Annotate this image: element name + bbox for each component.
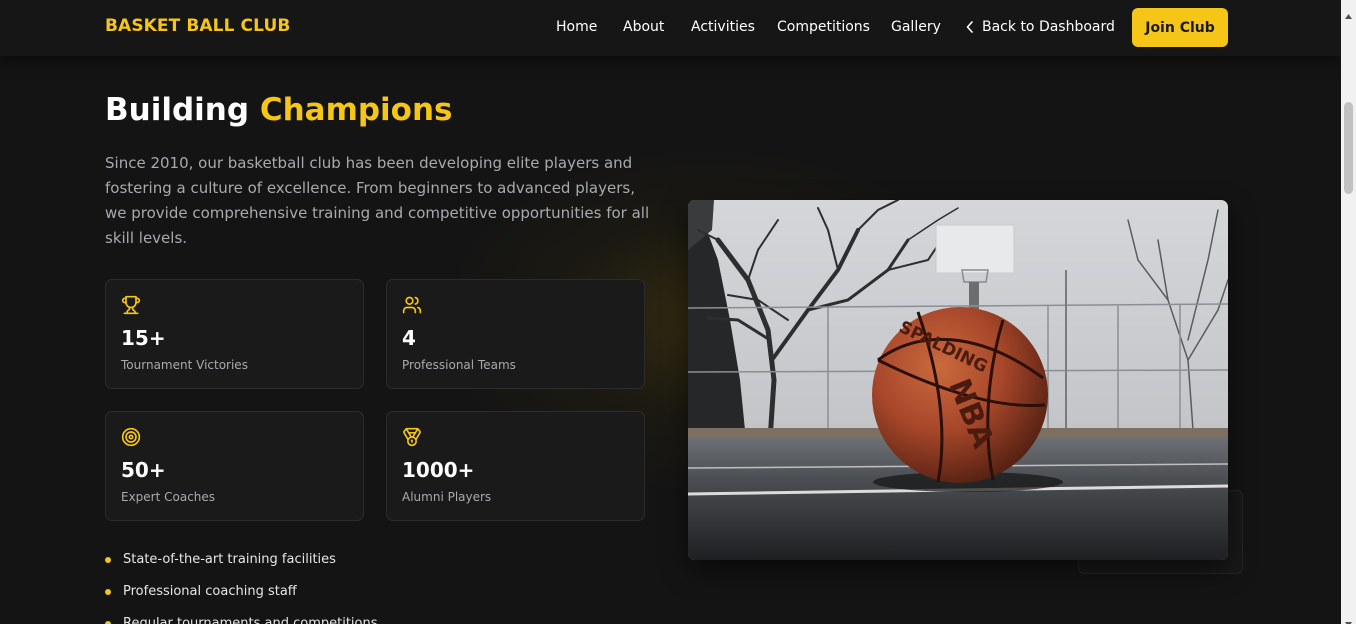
hero-title-part1: Building [105, 92, 250, 128]
page-scrollbar[interactable] [1341, 0, 1356, 624]
bullet-dot-icon [105, 589, 111, 595]
nav-home[interactable]: Home [556, 19, 597, 35]
feature-text: Regular tournaments and competitions [123, 616, 378, 624]
stat-value: 15+ [121, 326, 166, 350]
stat-label: Expert Coaches [121, 490, 216, 504]
scroll-thumb[interactable] [1344, 102, 1353, 194]
hero-title: Building Champions [105, 92, 453, 128]
nav-back-to-dashboard[interactable]: Back to Dashboard [966, 19, 1115, 35]
target-icon [121, 427, 141, 447]
users-icon [402, 295, 422, 315]
stat-label: Tournament Victories [121, 358, 248, 372]
chevron-left-icon [966, 21, 974, 33]
navbar: BASKET BALL CLUB Home About Activities C… [0, 0, 1341, 56]
stat-value: 1000+ [402, 458, 475, 482]
trophy-icon [121, 295, 141, 315]
scroll-up-arrow-icon[interactable] [1345, 4, 1352, 23]
feature-text: Professional coaching staff [123, 584, 297, 599]
scroll-down-arrow-icon[interactable] [1345, 612, 1352, 624]
stat-label: Professional Teams [402, 358, 516, 372]
hero-title-accent: Champions [259, 92, 453, 128]
bullet-dot-icon [105, 557, 111, 563]
hero-description: Since 2010, our basketball club has been… [105, 154, 650, 247]
nav-activities[interactable]: Activities [691, 19, 755, 35]
stat-card-tournaments: 15+ Tournament Victories [105, 279, 364, 389]
medal-icon [402, 427, 422, 447]
nav-about[interactable]: About [623, 19, 664, 35]
back-to-dashboard-label: Back to Dashboard [982, 19, 1115, 35]
nav-gallery[interactable]: Gallery [891, 19, 941, 35]
stat-card-coaches: 50+ Expert Coaches [105, 411, 364, 521]
stat-value: 4 [402, 326, 416, 350]
page: BASKET BALL CLUB Home About Activities C… [0, 0, 1341, 624]
hero-image: SPALDING NBA [688, 200, 1228, 560]
nav-competitions[interactable]: Competitions [777, 19, 870, 35]
stat-label: Alumni Players [402, 490, 492, 504]
join-club-button[interactable]: Join Club [1132, 8, 1228, 47]
brand-logo[interactable]: BASKET BALL CLUB [105, 16, 290, 36]
stat-value: 50+ [121, 458, 166, 482]
stat-card-teams: 4 Professional Teams [386, 279, 645, 389]
feature-text: State-of-the-art training facilities [123, 552, 336, 567]
stat-card-alumni: 1000+ Alumni Players [386, 411, 645, 521]
